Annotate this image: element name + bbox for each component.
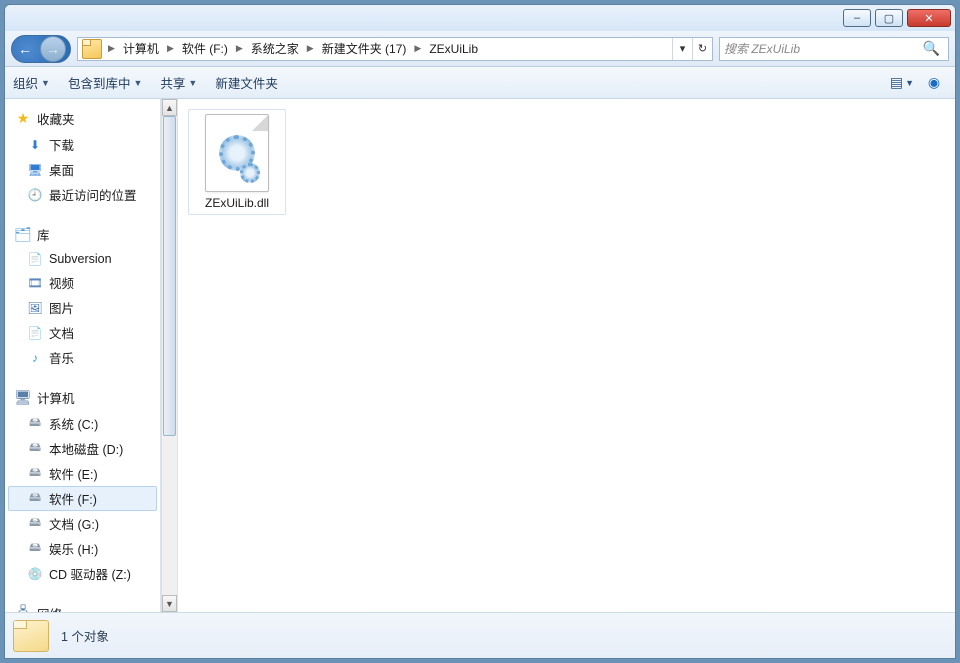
breadcrumb-drive[interactable]: 软件 (F:) <box>176 38 234 60</box>
view-options-button[interactable]: ▤▼ <box>889 72 915 94</box>
titlebar: – ▢ ✕ <box>5 5 955 31</box>
star-icon: ★ <box>15 111 31 127</box>
drive-icon: 🖴 <box>27 441 43 457</box>
navigation-pane: ★收藏夹 ⬇下载 🖥桌面 🕘最近访问的位置 🗂库 📄Subversion 🎞视频… <box>5 99 178 612</box>
computer-icon: 🖥 <box>15 390 31 406</box>
sidebar-item-documents[interactable]: 📄文档 <box>5 320 160 345</box>
breadcrumb-computer[interactable]: 计算机 <box>117 38 165 60</box>
help-button[interactable]: ◉ <box>921 72 947 94</box>
file-item[interactable]: ZExUiLib.dll <box>188 109 286 215</box>
navigation-bar: ← → ▶ 计算机 ▶ 软件 (F:) ▶ 系统之家 ▶ 新建文件夹 (17) … <box>5 31 955 67</box>
sidebar-tree[interactable]: ★收藏夹 ⬇下载 🖥桌面 🕘最近访问的位置 🗂库 📄Subversion 🎞视频… <box>5 99 161 612</box>
sidebar-item-desktop[interactable]: 🖥桌面 <box>5 157 160 182</box>
forward-button[interactable]: → <box>40 36 66 62</box>
recent-icon: 🕘 <box>27 187 43 203</box>
drive-icon: 🖴 <box>27 541 43 557</box>
sidebar-item-drive-g[interactable]: 🖴文档 (G:) <box>5 511 160 536</box>
sidebar-item-drive-f[interactable]: 🖴软件 (F:) <box>8 486 157 511</box>
search-icon[interactable]: 🔍 <box>919 40 944 57</box>
cd-drive-icon: 💿 <box>27 566 43 582</box>
scroll-down-button[interactable]: ▼ <box>162 595 177 612</box>
libraries-header[interactable]: 🗂库 <box>5 221 160 248</box>
network-icon: 🖧 <box>15 606 31 613</box>
sidebar-item-drive-d[interactable]: 🖴本地磁盘 (D:) <box>5 436 160 461</box>
explorer-window: – ▢ ✕ ← → ▶ 计算机 ▶ 软件 (F:) ▶ 系统之家 ▶ 新建文件夹… <box>4 4 956 659</box>
explorer-body: ★收藏夹 ⬇下载 🖥桌面 🕘最近访问的位置 🗂库 📄Subversion 🎞视频… <box>5 99 955 612</box>
computer-header[interactable]: 🖥计算机 <box>5 384 160 411</box>
drive-icon: 🖴 <box>27 516 43 532</box>
sidebar-item-drive-c[interactable]: 🖴系统 (C:) <box>5 411 160 436</box>
pictures-icon: 🖼 <box>27 300 43 316</box>
breadcrumb-sep-icon: ▶ <box>234 43 245 54</box>
breadcrumb-current[interactable]: ZExUiLib <box>423 38 484 60</box>
sidebar-item-video[interactable]: 🎞视频 <box>5 270 160 295</box>
documents-icon: 📄 <box>27 325 43 341</box>
address-bar[interactable]: ▶ 计算机 ▶ 软件 (F:) ▶ 系统之家 ▶ 新建文件夹 (17) ▶ ZE… <box>77 37 713 61</box>
folder-icon <box>82 39 102 59</box>
sidebar-item-drive-z[interactable]: 💿CD 驱动器 (Z:) <box>5 561 160 586</box>
breadcrumb-sep-icon: ▶ <box>165 43 176 54</box>
scroll-up-button[interactable]: ▲ <box>162 99 177 116</box>
refresh-button[interactable]: ↻ <box>692 38 712 60</box>
address-dropdown-button[interactable]: ▾ <box>672 38 692 60</box>
sidebar-item-music[interactable]: ♪音乐 <box>5 345 160 370</box>
sidebar-item-drive-e[interactable]: 🖴软件 (E:) <box>5 461 160 486</box>
favorites-header[interactable]: ★收藏夹 <box>5 105 160 132</box>
command-bar: 组织▼ 包含到库中▼ 共享▼ 新建文件夹 ▤▼ ◉ <box>5 67 955 99</box>
breadcrumb-folder1[interactable]: 系统之家 <box>245 38 305 60</box>
scroll-thumb[interactable] <box>163 116 176 436</box>
download-icon: ⬇ <box>27 137 43 153</box>
file-name-label: ZExUiLib.dll <box>205 196 269 210</box>
sidebar-item-downloads[interactable]: ⬇下载 <box>5 132 160 157</box>
breadcrumb-sep-icon: ▶ <box>412 43 423 54</box>
back-button[interactable]: ← <box>12 36 38 62</box>
library-icon: 🗂 <box>15 227 31 243</box>
folder-icon <box>13 620 49 652</box>
breadcrumb-sep-icon: ▶ <box>106 43 117 54</box>
search-input[interactable] <box>724 42 919 56</box>
drive-icon: 🖴 <box>27 466 43 482</box>
new-folder-button[interactable]: 新建文件夹 <box>215 73 278 92</box>
file-list-pane[interactable]: ZExUiLib.dll <box>178 99 955 612</box>
dll-file-icon <box>205 114 269 192</box>
drive-icon: 🖴 <box>27 416 43 432</box>
sidebar-item-subversion[interactable]: 📄Subversion <box>5 248 160 270</box>
organize-menu[interactable]: 组织▼ <box>13 73 50 92</box>
share-menu[interactable]: 共享▼ <box>160 73 197 92</box>
include-in-library-menu[interactable]: 包含到库中▼ <box>68 73 142 92</box>
sidebar-item-recent[interactable]: 🕘最近访问的位置 <box>5 182 160 207</box>
breadcrumb-sep-icon: ▶ <box>305 43 316 54</box>
close-button[interactable]: ✕ <box>907 9 951 27</box>
drive-icon: 🖴 <box>27 491 43 507</box>
sidebar-scrollbar[interactable]: ▲ ▼ <box>161 99 178 612</box>
network-header[interactable]: 🖧网络 <box>5 600 160 612</box>
status-text: 1 个对象 <box>61 626 109 645</box>
video-icon: 🎞 <box>27 275 43 291</box>
breadcrumb-folder2[interactable]: 新建文件夹 (17) <box>316 38 413 60</box>
sidebar-item-drive-h[interactable]: 🖴娱乐 (H:) <box>5 536 160 561</box>
sidebar-item-pictures[interactable]: 🖼图片 <box>5 295 160 320</box>
minimize-button[interactable]: – <box>843 9 871 27</box>
details-pane: 1 个对象 <box>5 612 955 658</box>
search-box[interactable]: 🔍 <box>719 37 949 61</box>
maximize-button[interactable]: ▢ <box>875 9 903 27</box>
subversion-icon: 📄 <box>27 251 43 267</box>
desktop-icon: 🖥 <box>27 162 43 178</box>
nav-buttons: ← → <box>11 35 71 63</box>
music-icon: ♪ <box>27 350 43 366</box>
